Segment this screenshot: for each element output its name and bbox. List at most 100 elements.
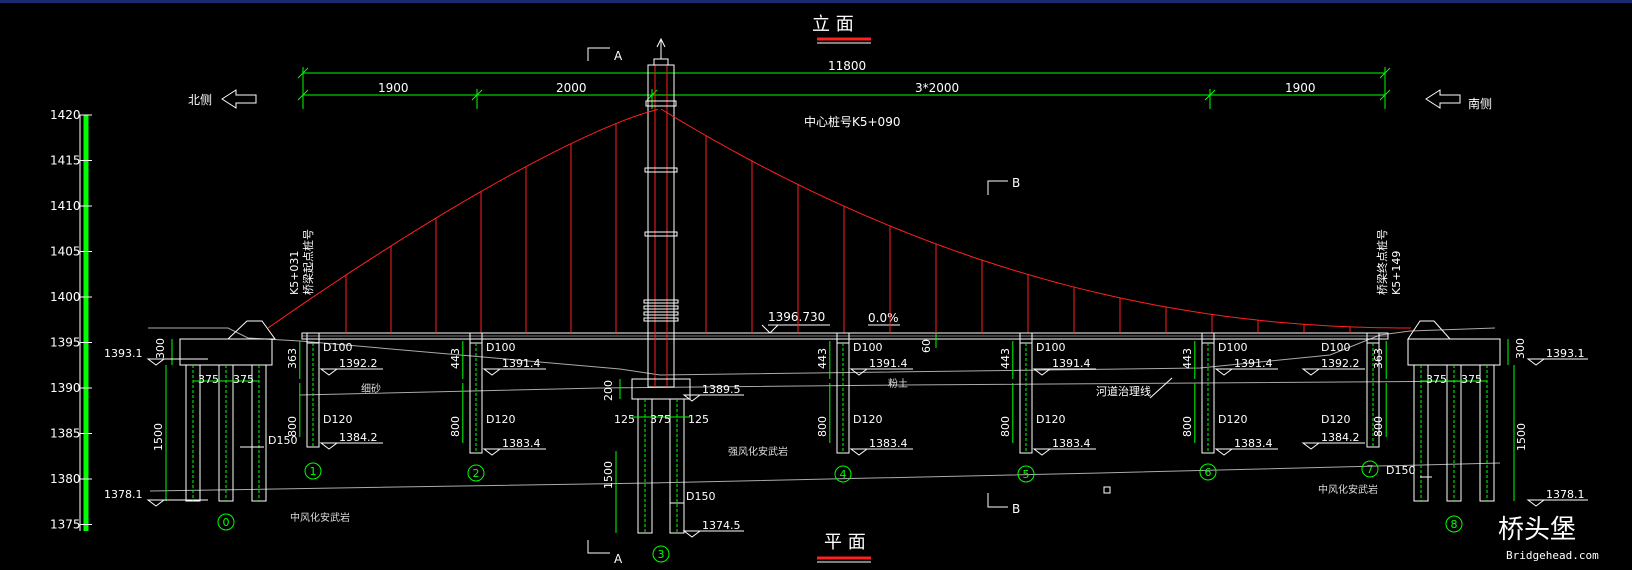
elevation-scale: 1420 1415 1410 1405 1400 1395 1390 1385 1380 1375 [50, 108, 92, 532]
pier-number-label: 6 [1205, 466, 1212, 479]
pile-bottom-level: 1383.4 [1234, 437, 1273, 450]
geo-river-line: 河道治理线 [1096, 384, 1151, 398]
pier-top-level: 1391.4 [502, 357, 541, 370]
south-label: 南侧 [1468, 96, 1492, 111]
pile-bottom-level: 1384.2 [1321, 431, 1360, 444]
main-cable-right [660, 108, 1411, 329]
tower-top-icon [656, 37, 666, 59]
a8-top-level: 1393.1 [1546, 347, 1585, 360]
svg-text:桥梁起点桩号: 桥梁起点桩号 [301, 229, 315, 295]
section-mark-b-top: B [987, 176, 1020, 195]
pier-2: 443 800 D100 D120 1391.4 1383.4 [449, 332, 546, 456]
p3-dim-375: 375 [650, 413, 671, 426]
scale-tick-label: 1410 [50, 199, 81, 213]
deck-elevation: 1396.730 [768, 310, 825, 324]
p3-dim-125b: 125 [688, 413, 709, 426]
tower [643, 37, 679, 388]
pier-top-level: 1391.4 [869, 357, 908, 370]
section-mark-a-bottom: A [587, 540, 623, 566]
scale-tick-label: 1395 [50, 336, 81, 350]
a0-bottom-level: 1378.1 [104, 488, 143, 501]
marker-square [1103, 486, 1111, 494]
p3-dim-200: 200 [602, 380, 615, 401]
pile-dia: D120 [1218, 413, 1247, 426]
a0-dim-375a: 375 [198, 373, 219, 386]
section-mark-b-bottom: B [987, 493, 1020, 516]
p3-pile-dia: D150 [686, 490, 715, 503]
dim-span-2: 2000 [556, 81, 587, 95]
pier-4: 443 800 D100 D120 1391.4 1383.4 [816, 332, 913, 456]
dim-span-3: 3*2000 [915, 81, 959, 95]
bridge-elevation-drawing: 1420141514101405140013951390138513801375… [50, 14, 1599, 566]
pile-bottom-level: 1383.4 [1052, 437, 1091, 450]
geo-mid-weathered-left: 中风化安武岩 [290, 511, 350, 524]
bridge-deck [301, 332, 1389, 340]
pier-number-label: 2 [473, 467, 480, 480]
dim-total: 11800 [828, 59, 866, 73]
geo-silt: 细砂 [361, 382, 381, 395]
svg-text:K5+149: K5+149 [1390, 251, 1403, 295]
cables [267, 108, 1411, 333]
a8-bottom-level: 1378.1 [1546, 488, 1585, 501]
pier-5: 443 800 D100 D120 1391.4 1383.4 [999, 332, 1096, 456]
scale-tick-label: 1405 [50, 245, 81, 259]
section-mark-a-top: A [587, 47, 623, 63]
svg-text:K5+031: K5+031 [288, 251, 301, 295]
a8-pile-dia: D150 [1386, 464, 1415, 477]
a0-top-level: 1393.1 [104, 347, 143, 360]
pier-column-dia: D100 [1036, 341, 1065, 354]
north-arrow-icon [221, 89, 257, 109]
scale-tick-label: 1385 [50, 427, 81, 441]
a8-dim-300: 300 [1514, 338, 1527, 359]
svg-text:B: B [1012, 502, 1020, 516]
pile-dia: D120 [1321, 413, 1350, 426]
pier-top-level: 1391.4 [1234, 357, 1273, 370]
pier-top-level: 1391.4 [1052, 357, 1091, 370]
p3-dim-125a: 125 [614, 413, 635, 426]
pier-height-dim: 363 [286, 348, 299, 369]
pier-number-label: 7 [1367, 463, 1374, 476]
pile-length-dim: 800 [816, 416, 829, 437]
pile-dia: D120 [486, 413, 515, 426]
p3-dim-1500: 1500 [602, 461, 615, 489]
pier-height-dim: 363 [1372, 348, 1385, 369]
pier-top-level: 1392.2 [1321, 357, 1360, 370]
svg-text:A: A [614, 49, 623, 63]
pile-bottom-level: 1384.2 [339, 431, 378, 444]
scale-tick-label: 1380 [50, 472, 81, 486]
scale-tick-label: 1400 [50, 290, 81, 304]
pier-height-dim: 443 [816, 348, 829, 369]
pile-length-dim: 800 [999, 416, 1012, 437]
title-elevation: 立 面 [812, 14, 854, 35]
scale-tick-label: 1375 [50, 518, 81, 532]
a0-pile-dia: D150 [268, 434, 297, 447]
rock-line [149, 462, 1501, 492]
pile-dia: D120 [323, 413, 352, 426]
svg-text:桥梁终点桩号: 桥梁终点桩号 [1375, 229, 1389, 295]
pier-height-dim: 443 [999, 348, 1012, 369]
pier-column-dia: D100 [323, 341, 352, 354]
pier-number-label: 1 [310, 465, 317, 478]
scale-tick-label: 1420 [50, 108, 81, 122]
a0-dim-375b: 375 [233, 373, 254, 386]
pier-6: 443 800 D100 D120 1391.4 1383.4 [1181, 332, 1278, 456]
a8-dim-375a: 375 [1426, 373, 1447, 386]
abutment-berm-left [226, 320, 276, 340]
scale-tick-label: 1415 [50, 154, 81, 168]
a0-dim-1500: 1500 [152, 423, 165, 451]
a8-dim-1500: 1500 [1515, 423, 1528, 451]
pile-length-dim: 800 [1181, 416, 1194, 437]
top-dimensions [297, 67, 1391, 109]
geo-strong-weathered: 强风化安武岩 [728, 445, 788, 458]
pier-column-dia: D100 [486, 341, 515, 354]
geo-mid-weathered-right: 中风化安武岩 [1318, 483, 1378, 496]
pile-dia: D120 [853, 413, 882, 426]
p3-cap-level: 1389.5 [702, 383, 741, 396]
main-cable-left [267, 109, 659, 329]
dim-span-4: 1900 [1285, 81, 1316, 95]
start-station: K5+031 桥梁起点桩号 [288, 229, 315, 295]
p3-bottom-level: 1374.5 [702, 519, 741, 532]
drawing-canvas: 1420 1415 1410 1405 1400 1395 1390 1385 1380 1375… [0, 0, 1632, 566]
pier-7: 363 800 D100 D120 1392.2 1384.2 [1301, 332, 1387, 450]
pier-number-label: 8 [1451, 518, 1458, 531]
